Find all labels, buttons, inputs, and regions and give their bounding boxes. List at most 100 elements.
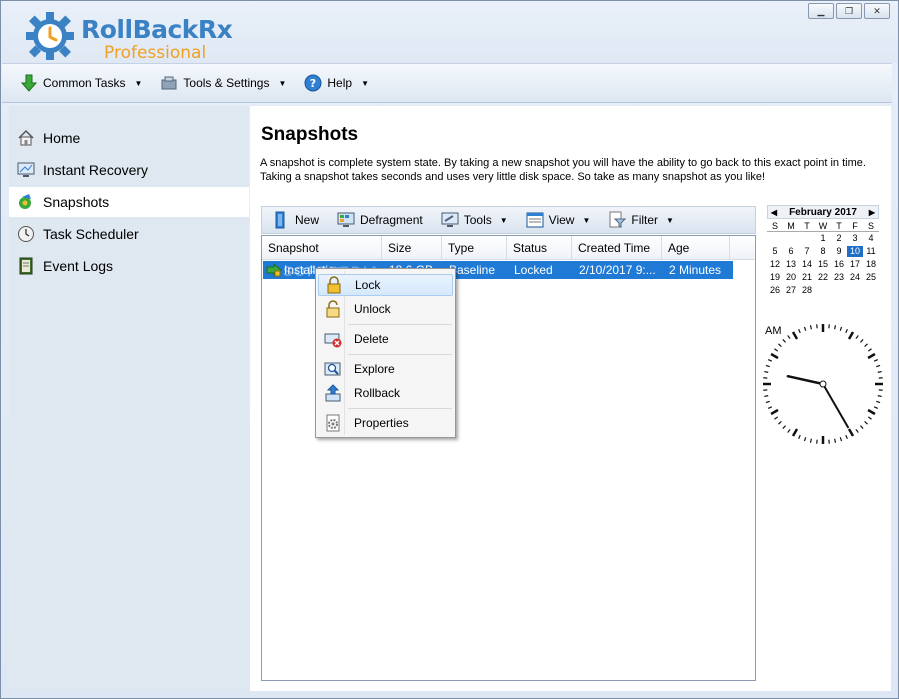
window-controls: ▁ ❐ ✕ [808, 3, 890, 19]
clock-minute-tick [787, 428, 791, 433]
column-header-created-time[interactable]: Created Time [572, 236, 662, 260]
calendar-day[interactable]: 15 [815, 259, 831, 270]
calendar-day-selected[interactable]: 10 [847, 246, 863, 257]
close-button[interactable]: ✕ [864, 3, 890, 19]
sidebar-item-snapshots[interactable]: Snapshots [9, 187, 249, 217]
calendar-day[interactable]: 9 [831, 246, 847, 257]
clock-center [819, 380, 827, 388]
sidebar-item-event-logs[interactable]: Event Logs [9, 251, 249, 281]
column-header-type[interactable]: Type [442, 236, 507, 260]
sidebar-item-home[interactable]: Home [9, 123, 249, 153]
calendar-day[interactable]: 19 [767, 272, 783, 283]
context-explore[interactable]: Explore [318, 358, 453, 380]
clock-hour-tick [847, 331, 855, 340]
lock-icon [327, 276, 341, 294]
calendar-day[interactable]: 25 [863, 272, 879, 283]
calendar-day[interactable]: 18 [863, 259, 879, 270]
calendar-day[interactable]: 8 [815, 246, 831, 257]
calendar-empty-cell [783, 233, 799, 244]
previous-month-icon[interactable]: ◀ [768, 208, 780, 217]
clock-minute-tick [787, 335, 791, 340]
defragment-button[interactable]: Defragment [337, 211, 423, 229]
app-brand-name: RollBackRx [81, 15, 233, 44]
clock-minute-tick [855, 335, 859, 340]
context-unlock[interactable]: Unlock [318, 298, 453, 320]
monitor-icon [17, 162, 35, 177]
clock-hour-tick [791, 331, 799, 340]
column-header-age[interactable]: Age [662, 236, 730, 260]
calendar-day[interactable]: 17 [847, 259, 863, 270]
calendar-day[interactable]: 20 [783, 272, 799, 283]
unlock-icon [326, 300, 340, 318]
calendar-day[interactable]: 28 [799, 285, 815, 296]
calendar-day[interactable]: 2 [831, 233, 847, 244]
tools-dropdown[interactable]: Tools ▼ [441, 211, 508, 229]
rollback-icon [325, 384, 341, 402]
clock-minute-tick [809, 438, 812, 443]
calendar-day[interactable]: 7 [799, 246, 815, 257]
minimize-button[interactable]: ▁ [808, 3, 834, 19]
filter-icon [609, 211, 627, 228]
menu-separator [348, 408, 452, 409]
column-header-snapshot[interactable]: Snapshot [262, 236, 382, 260]
new-button[interactable]: New [272, 211, 319, 229]
chevron-down-icon: ▼ [361, 78, 369, 88]
menu-tools-settings[interactable]: Tools & Settings ▼ [160, 74, 286, 92]
context-properties[interactable]: Properties [318, 412, 453, 434]
context-rollback[interactable]: Rollback [318, 382, 453, 404]
clock-hour-hand [786, 374, 825, 386]
clock-minute-tick [809, 325, 812, 330]
table-header: Snapshot Size Type Status Created Time A… [262, 236, 755, 260]
locked-snapshot-icon [266, 263, 282, 277]
calendar-day[interactable]: 4 [863, 233, 879, 244]
clock-minute-tick [767, 359, 773, 362]
calendar-day[interactable]: 5 [767, 246, 783, 257]
properties-icon [326, 414, 340, 432]
title-bar: RollBackRx Professional ▁ ❐ ✕ [1, 1, 898, 63]
clock-minute-tick [855, 428, 859, 433]
column-header-status[interactable]: Status [507, 236, 572, 260]
sidebar-item-instant-recovery[interactable]: Instant Recovery [9, 155, 249, 185]
chevron-down-icon: ▼ [499, 215, 508, 225]
calendar-day[interactable]: 11 [863, 246, 879, 257]
next-month-icon[interactable]: ▶ [866, 208, 878, 217]
view-dropdown[interactable]: View ▼ [526, 211, 591, 229]
calendar-day[interactable]: 26 [767, 285, 783, 296]
clock-minute-tick [877, 395, 882, 398]
calendar-day[interactable]: 13 [783, 259, 799, 270]
calendar-day[interactable]: 24 [847, 272, 863, 283]
restore-button[interactable]: ❐ [836, 3, 862, 19]
snapshot-icon [19, 194, 31, 209]
clock-minute-tick [845, 434, 848, 440]
calendar-day[interactable]: 12 [767, 259, 783, 270]
calendar-day[interactable]: 6 [783, 246, 799, 257]
clock-minute-tick [778, 343, 782, 347]
tools-dropdown-label: Tools [463, 213, 492, 227]
column-header-size[interactable]: Size [382, 236, 442, 260]
snapshot-toolbar: New Defragment Tools ▼ View ▼ Filter ▼ [261, 206, 756, 234]
calendar-day[interactable]: 23 [831, 272, 847, 283]
clock-minute-tick [860, 339, 864, 343]
context-lock[interactable]: Lock [318, 274, 453, 296]
calendar-day[interactable]: 16 [831, 259, 847, 270]
clock-minute-tick [764, 395, 769, 398]
sidebar: Home Instant Recovery Snapshots Task Sch… [9, 106, 249, 691]
filter-dropdown[interactable]: Filter ▼ [608, 211, 674, 229]
menu-common-tasks[interactable]: Common Tasks ▼ [20, 74, 142, 92]
clock-minute-tick [764, 370, 769, 373]
context-delete[interactable]: Delete [318, 328, 453, 350]
calendar-day[interactable]: 1 [815, 233, 831, 244]
help-icon: ? [304, 74, 322, 92]
calendar-day[interactable]: 22 [815, 272, 831, 283]
clock-hour-tick [847, 428, 855, 437]
calendar: ◀ February 2017 ▶ SMTWTFS 1 2 3 4 5 6 7 8 9 10 11 1… [767, 205, 879, 296]
calendar-day[interactable]: 21 [799, 272, 815, 283]
chevron-down-icon: ▼ [582, 215, 591, 225]
calendar-days: 1 2 3 4 5 6 7 8 9 10 11 12 13 14 15 16 17 18 19 20 21 22 23 24 2… [767, 233, 879, 296]
calendar-day[interactable]: 14 [799, 259, 815, 270]
calendar-day[interactable]: 3 [847, 233, 863, 244]
calendar-day[interactable]: 27 [783, 285, 799, 296]
clock-minute-tick [864, 421, 868, 425]
sidebar-item-task-scheduler[interactable]: Task Scheduler [9, 219, 249, 249]
menu-help[interactable]: ? Help ▼ [304, 74, 369, 92]
